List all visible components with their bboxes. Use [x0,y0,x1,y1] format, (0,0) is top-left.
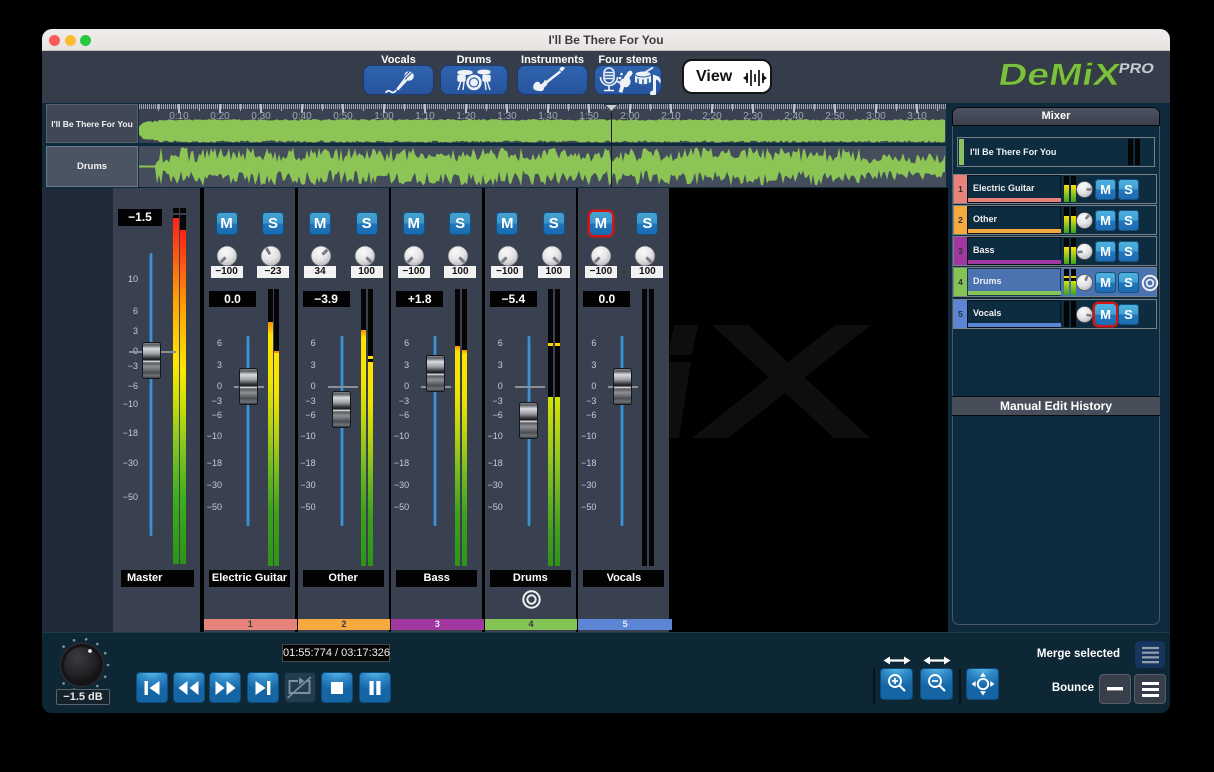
svg-text:DeMiX: DeMiX [996,57,1123,91]
svg-text:PRO: PRO [1118,60,1156,76]
